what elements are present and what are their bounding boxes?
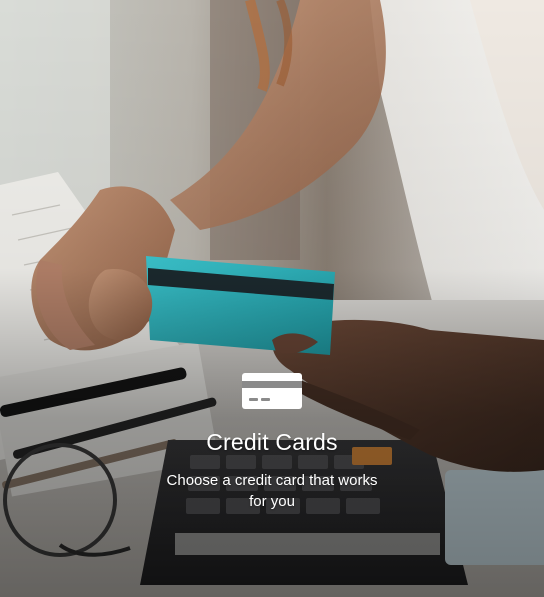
credit-cards-tile[interactable]: Credit Cards Choose a credit card that w…: [0, 0, 544, 597]
tile-content: Credit Cards Choose a credit card that w…: [0, 372, 544, 512]
tile-subtitle: Choose a credit card that works for you: [166, 472, 378, 510]
tile-title[interactable]: Credit Cards: [0, 428, 544, 456]
credit-card-icon: [242, 373, 302, 409]
